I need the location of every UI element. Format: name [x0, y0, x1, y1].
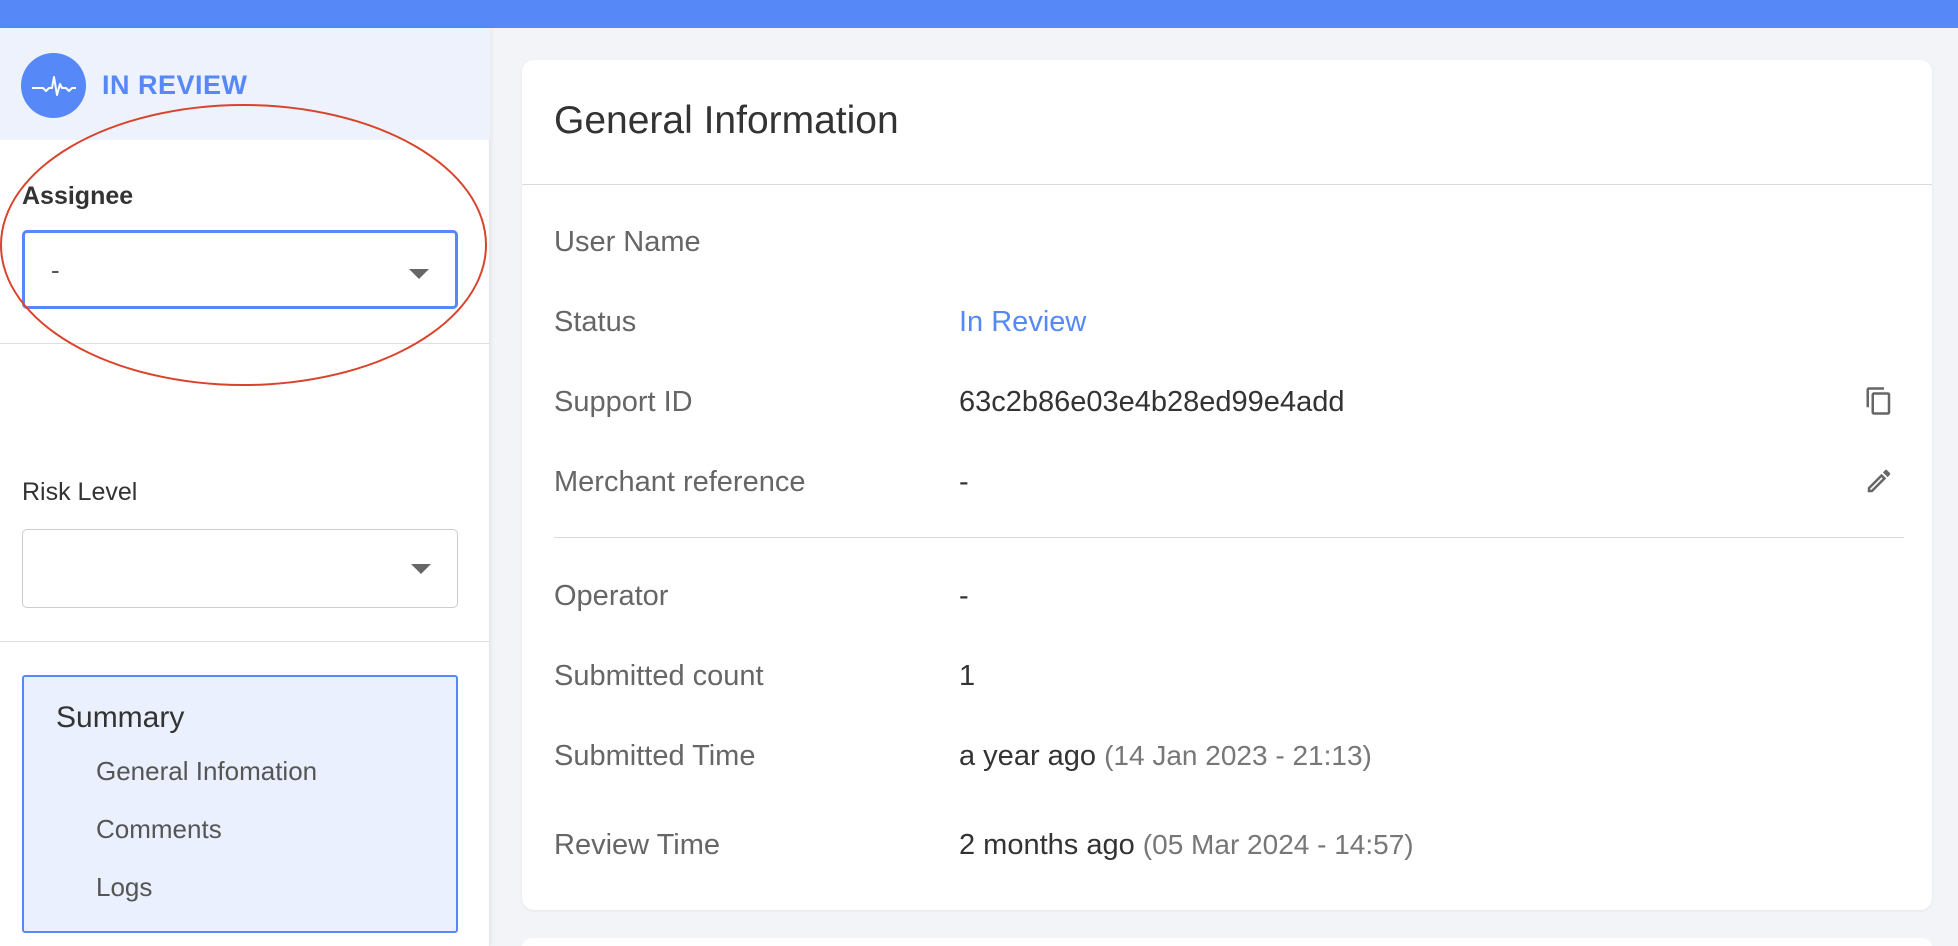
review-time-relative: 2 months ago — [959, 829, 1135, 861]
operator-value: - — [959, 580, 969, 612]
summary-nav: Summary General Infomation Comments Logs — [22, 675, 458, 933]
support-id-label: Support ID — [554, 386, 693, 418]
user-name-label: User Name — [554, 226, 701, 258]
support-id-value: 63c2b86e03e4b28ed99e4add — [959, 386, 1345, 418]
assignee-label: Assignee — [22, 182, 134, 210]
summary-item-comments[interactable]: Comments — [96, 814, 222, 845]
chevron-down-icon — [411, 564, 431, 574]
review-time-value: 2 months ago (05 Mar 2024 - 14:57) — [959, 829, 1414, 862]
card-title: General Information — [554, 99, 899, 142]
summary-title[interactable]: Summary — [56, 701, 184, 735]
divider — [0, 641, 490, 642]
status-label: IN REVIEW — [102, 70, 248, 100]
risk-level-select[interactable] — [22, 529, 458, 608]
heartbeat-icon — [21, 53, 86, 118]
general-information-card: General Information User Name Status In … — [522, 60, 1932, 910]
merchant-reference-label: Merchant reference — [554, 466, 806, 498]
divider — [522, 184, 1932, 185]
divider — [554, 537, 1904, 538]
submitted-time-label: Submitted Time — [554, 740, 756, 772]
risk-level-label: Risk Level — [22, 478, 138, 506]
submitted-count-value: 1 — [959, 660, 976, 692]
merchant-reference-value: - — [959, 466, 969, 498]
submitted-time-value: a year ago (14 Jan 2023 - 21:13) — [959, 740, 1372, 773]
status-label: Status — [554, 306, 637, 338]
summary-item-logs[interactable]: Logs — [96, 872, 152, 903]
top-bar — [0, 0, 1958, 28]
copy-icon[interactable] — [1864, 386, 1894, 416]
operator-label: Operator — [554, 580, 669, 612]
submitted-time-relative: a year ago — [959, 740, 1097, 772]
edit-pencil-icon[interactable] — [1864, 466, 1894, 496]
next-card — [522, 938, 1932, 946]
status-value: In Review — [959, 306, 1087, 338]
divider — [0, 343, 490, 344]
status-header: IN REVIEW — [0, 28, 490, 140]
submitted-time-absolute: (14 Jan 2023 - 21:13) — [1104, 740, 1372, 771]
assignee-value: - — [51, 255, 60, 285]
review-time-absolute: (05 Mar 2024 - 14:57) — [1142, 829, 1414, 860]
review-time-label: Review Time — [554, 829, 720, 861]
assignee-select[interactable]: - — [22, 230, 458, 309]
submitted-count-label: Submitted count — [554, 660, 764, 692]
sidebar: IN REVIEW Assignee - Risk Level Summary … — [0, 28, 490, 946]
chevron-down-icon — [409, 269, 429, 279]
summary-item-general-information[interactable]: General Infomation — [96, 756, 317, 787]
